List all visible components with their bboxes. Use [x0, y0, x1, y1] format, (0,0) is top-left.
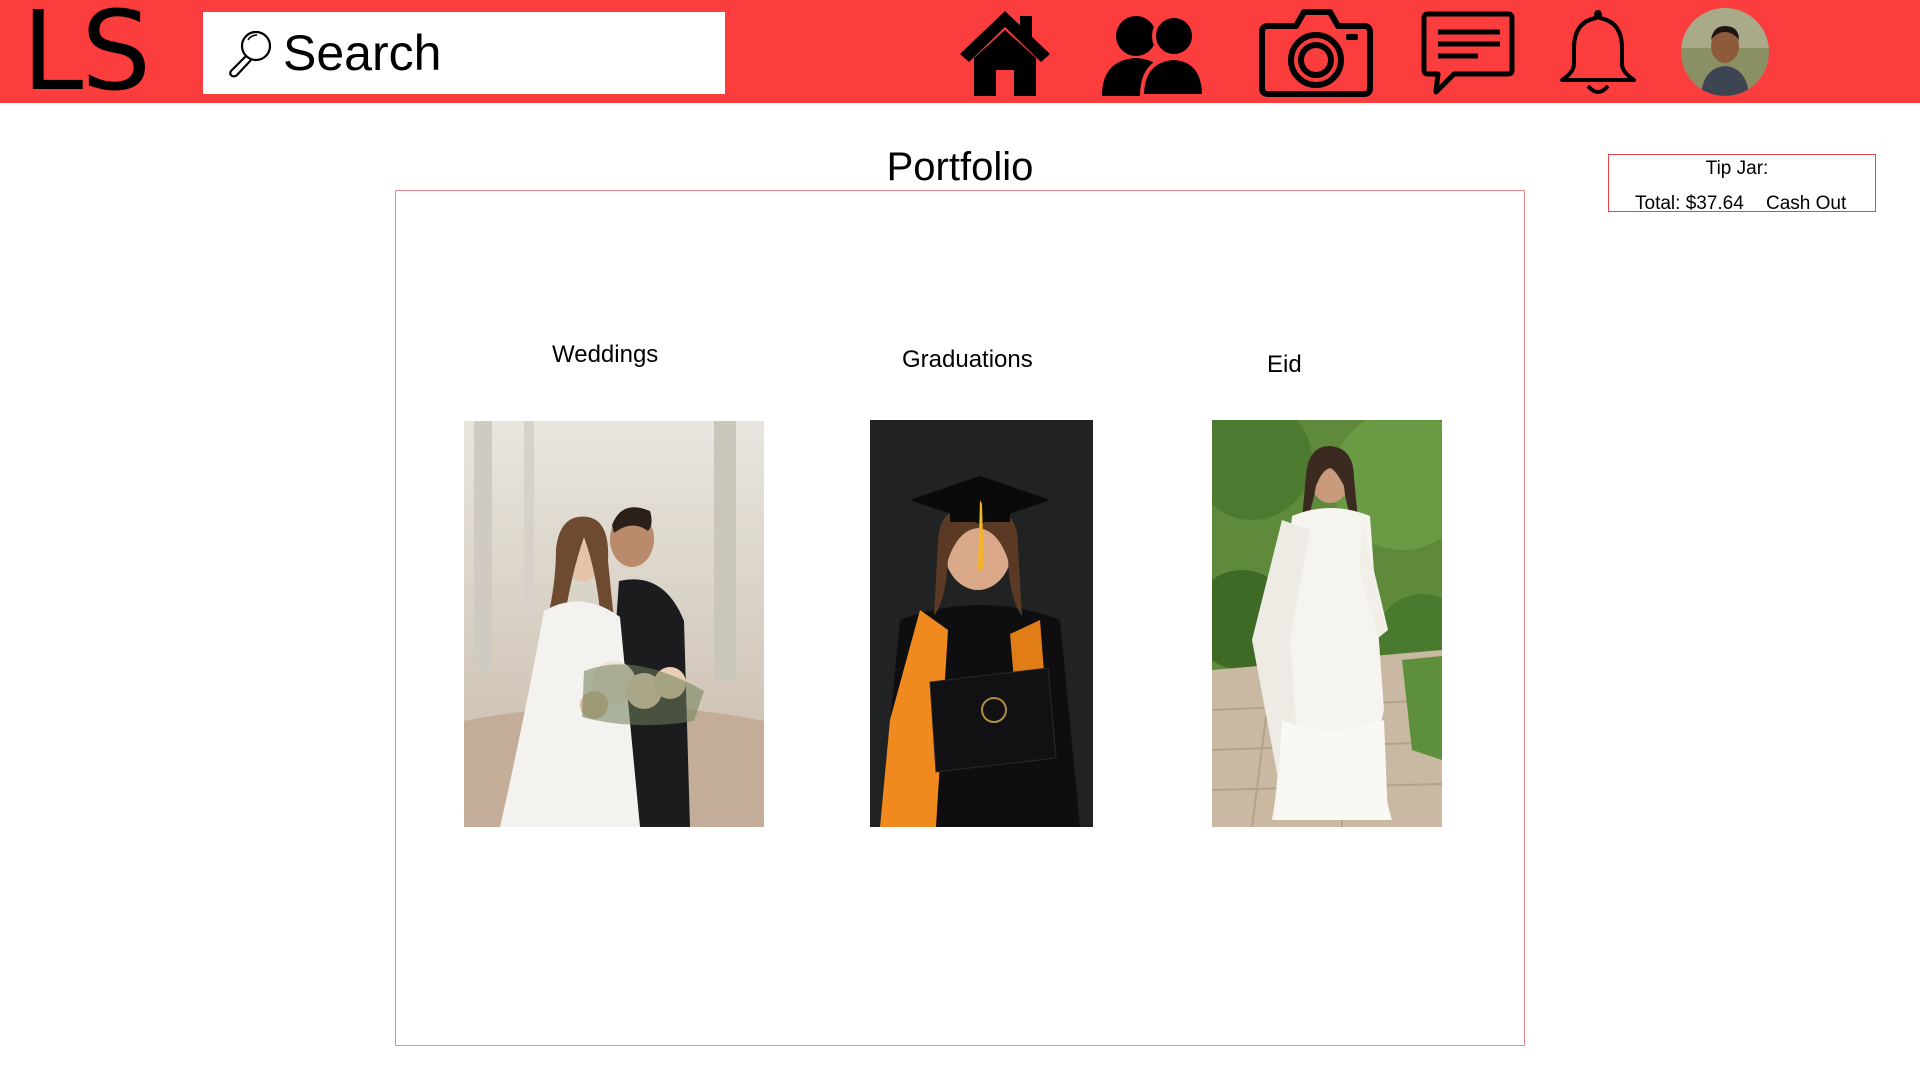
portfolio-gallery: Weddings Graduations Eid [395, 190, 1525, 1046]
category-label-weddings[interactable]: Weddings [552, 341, 658, 369]
camera-icon[interactable] [1258, 6, 1374, 98]
graduations-photo[interactable] [870, 420, 1093, 827]
friends-icon[interactable] [1098, 12, 1206, 96]
messages-icon[interactable] [1420, 10, 1516, 96]
eid-photo[interactable] [1212, 420, 1442, 827]
cash-out-button[interactable]: Cash Out [1766, 193, 1846, 215]
avatar[interactable] [1681, 8, 1769, 96]
page: LS Search Tip Jar: Total: $37.64 Cash Ou… [0, 0, 1920, 1080]
logo[interactable]: LS [22, 0, 151, 106]
avatar-image [1681, 8, 1769, 96]
search-icon [229, 30, 272, 78]
tip-jar-total: Total: $37.64 [1635, 193, 1744, 214]
page-title: Portfolio [886, 145, 1034, 189]
category-label-graduations[interactable]: Graduations [902, 346, 1033, 374]
weddings-photo[interactable] [464, 421, 764, 827]
search-input[interactable] [283, 24, 703, 82]
home-icon[interactable] [958, 8, 1052, 96]
category-label-eid[interactable]: Eid [1267, 351, 1302, 379]
top-bar: LS [0, 0, 1920, 106]
search-bar[interactable] [203, 12, 725, 94]
notifications-icon[interactable] [1556, 6, 1640, 98]
